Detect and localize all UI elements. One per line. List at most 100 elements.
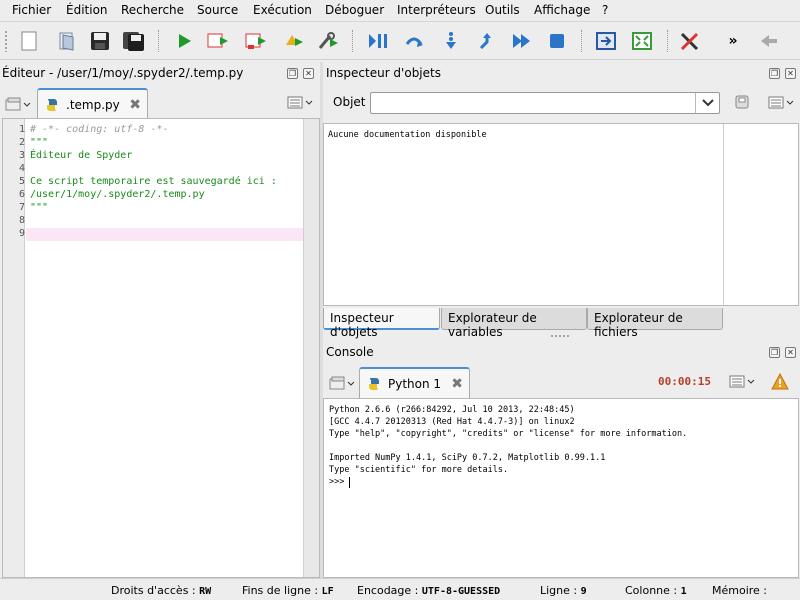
editor-browse-tabs-icon[interactable]: [5, 93, 35, 113]
console-line: Type "help", "copyright", "credits" or "…: [329, 429, 688, 439]
tab-object-inspector[interactable]: Inspecteur d'objets: [323, 308, 440, 339]
status-bar: Droits d'accès : RW Fins de ligne : LF E…: [0, 578, 800, 600]
status-eol: Fins de ligne : LF: [242, 584, 334, 597]
toolbar-grip[interactable]: [4, 30, 8, 52]
maximize-pane-icon[interactable]: [596, 30, 618, 52]
console-close-icon[interactable]: ✕: [785, 347, 796, 358]
doc-text: Aucune documentation disponible: [328, 130, 487, 140]
line-number: 2: [18, 137, 25, 148]
status-encoding: Encodage : UTF-8-GUESSED: [357, 584, 501, 597]
editor-title: Éditeur - /user/1/moy/.spyder2/.temp.py: [2, 66, 244, 80]
line-number-gutter: [3, 119, 25, 577]
menu-execution[interactable]: Exécution: [253, 3, 312, 17]
line-number: 9: [18, 228, 25, 239]
doc-divider: [723, 124, 724, 305]
chevron-down-icon[interactable]: [695, 93, 719, 113]
debug-continue-icon[interactable]: [367, 30, 389, 52]
code-line: """: [30, 137, 49, 148]
save-all-icon[interactable]: [123, 30, 145, 52]
warning-icon[interactable]: [771, 372, 789, 391]
status-column: Colonne : 1: [625, 584, 687, 597]
object-label: Objet: [333, 95, 366, 109]
continue-icon[interactable]: [511, 30, 533, 52]
line-number: 6: [18, 189, 25, 200]
line-number: 8: [18, 215, 25, 226]
step-icon[interactable]: [403, 30, 425, 52]
inspector-close-icon[interactable]: ✕: [785, 68, 796, 79]
code-line: """: [30, 202, 49, 213]
console-line: Type "scientific" for more details.: [329, 465, 509, 475]
editor-tab-temp[interactable]: .temp.py ✖: [37, 88, 148, 119]
status-access: Droits d'accès : RW: [111, 584, 212, 597]
code-line: /user/1/moy/.spyder2/.temp.py: [30, 189, 205, 200]
step-return-icon[interactable]: [476, 30, 498, 52]
console-undock-icon[interactable]: ❐: [769, 347, 780, 358]
python-file-icon: [47, 98, 57, 111]
fullscreen-icon[interactable]: [632, 30, 654, 52]
status-memory: Mémoire :: [712, 584, 768, 597]
menu-outils[interactable]: Outils: [485, 3, 520, 17]
inspector-undock-icon[interactable]: ❐: [769, 68, 780, 79]
editor-scrollbar[interactable]: [303, 119, 319, 577]
menu-help[interactable]: ?: [602, 3, 608, 17]
editor-tab-label: .temp.py: [66, 97, 120, 112]
inspector-title: Inspecteur d'objets: [326, 66, 441, 80]
console-timer: 00:00:15: [658, 375, 711, 388]
console-options-icon[interactable]: [729, 374, 759, 390]
code-line: Éditeur de Spyder: [30, 150, 133, 161]
editor-undock-icon[interactable]: ❐: [287, 68, 298, 79]
console-title: Console: [326, 345, 374, 359]
back-icon[interactable]: [758, 30, 780, 52]
console-line: [GCC 4.4.7 20120313 (Red Hat 4.4.7-3)] o…: [329, 417, 575, 427]
horizontal-splitter[interactable]: [550, 334, 570, 338]
run-selection-icon[interactable]: [207, 30, 229, 52]
console-tab-label: Python 1: [388, 376, 442, 391]
stop-icon[interactable]: [546, 30, 568, 52]
console-caret: [349, 477, 350, 488]
code-editor[interactable]: 1 # -*- coding: utf-8 -*- 2 """ 3 Éditeur de …: [2, 118, 320, 578]
menu-edition[interactable]: Édition: [66, 3, 108, 17]
close-console-icon[interactable]: ✖: [451, 377, 463, 391]
tab-variable-explorer[interactable]: Explorateur de variables: [441, 308, 587, 339]
configure-run-icon[interactable]: [317, 30, 339, 52]
line-number: 7: [18, 202, 25, 213]
menu-affichage[interactable]: Affichage: [534, 3, 590, 17]
menu-source[interactable]: Source: [197, 3, 238, 17]
menu-recherche[interactable]: Recherche: [121, 3, 184, 17]
main-toolbar: »: [0, 22, 800, 60]
menu-fichier[interactable]: Fichier: [12, 3, 51, 17]
close-tab-icon[interactable]: ✖: [129, 98, 141, 112]
menu-interpreteurs[interactable]: Interpréteurs: [397, 3, 476, 17]
save-icon[interactable]: [89, 30, 111, 52]
python-console[interactable]: Python 2.6.6 (r266:84292, Jul 10 2013, 2…: [323, 398, 799, 578]
debug-icon[interactable]: [283, 30, 305, 52]
menu-bar: Fichier Édition Recherche Source Exécuti…: [0, 0, 800, 22]
object-combobox[interactable]: [370, 92, 720, 114]
more-icon[interactable]: »: [722, 30, 744, 52]
menu-deboguer[interactable]: Déboguer: [325, 3, 384, 17]
tab-file-explorer[interactable]: Explorateur de fichiers: [587, 308, 723, 339]
step-into-icon[interactable]: [440, 30, 462, 52]
open-file-icon[interactable]: [56, 30, 78, 52]
current-line-highlight: [26, 228, 303, 241]
run-cell-icon[interactable]: [245, 30, 267, 52]
console-prompt: >>>: [329, 477, 350, 487]
run-icon[interactable]: [173, 30, 195, 52]
line-number: 5: [18, 176, 25, 187]
line-number: 3: [18, 150, 25, 161]
lock-icon[interactable]: [734, 94, 752, 112]
inspector-options-icon[interactable]: [768, 95, 798, 111]
code-line: # -*- coding: utf-8 -*-: [30, 124, 169, 135]
console-line: Python 2.6.6 (r266:84292, Jul 10 2013, 2…: [329, 405, 575, 415]
editor-options-icon[interactable]: [287, 95, 317, 111]
code-line: Ce script temporaire est sauvegardé ici …: [30, 176, 277, 187]
line-number: 4: [18, 163, 25, 174]
python-icon: [369, 377, 379, 390]
preferences-icon[interactable]: [679, 30, 701, 52]
new-file-icon[interactable]: [18, 30, 40, 52]
console-tab-python1[interactable]: Python 1 ✖: [359, 367, 470, 398]
line-number: 1: [18, 124, 25, 135]
console-browse-tabs-icon[interactable]: [329, 374, 359, 390]
editor-close-icon[interactable]: ✕: [303, 68, 314, 79]
console-line: Imported NumPy 1.4.1, SciPy 0.7.2, Matpl…: [329, 453, 606, 463]
